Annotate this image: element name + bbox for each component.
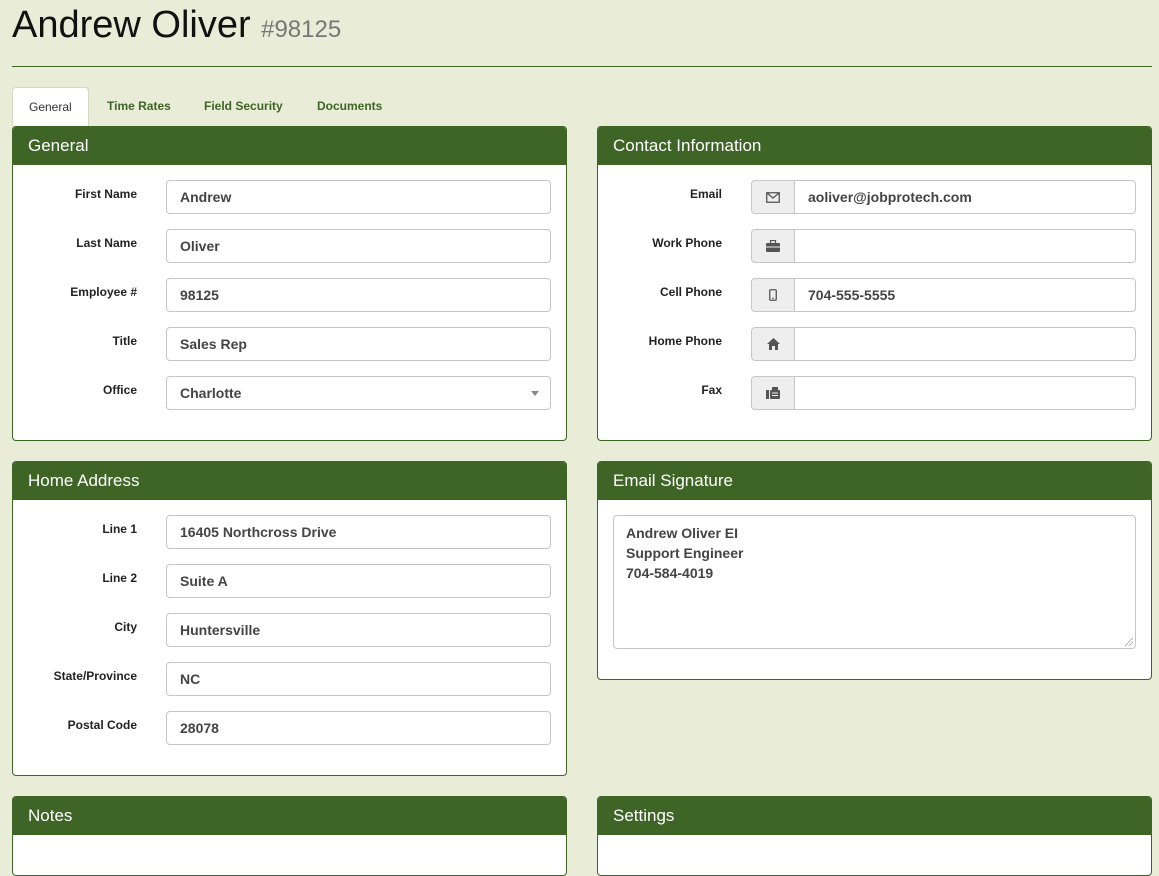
city-label: City <box>114 620 137 634</box>
fax-input[interactable] <box>794 376 1136 410</box>
general-panel-title: General <box>13 127 566 165</box>
address-line1-input[interactable]: 16405 Northcross Drive <box>166 515 551 549</box>
fax-icon <box>751 376 795 410</box>
page-title: Andrew Oliver <box>12 4 251 46</box>
settings-panel: Settings <box>597 796 1152 876</box>
home-address-panel-title: Home Address <box>13 462 566 500</box>
title-input[interactable]: Sales Rep <box>166 327 551 361</box>
work-phone-row: Work Phone <box>598 229 1151 263</box>
postal-code-label: Postal Code <box>67 718 137 732</box>
email-signature-panel-title: Email Signature <box>598 462 1151 500</box>
tab-general[interactable]: General <box>12 87 89 126</box>
title-row: Title Sales Rep <box>13 327 566 361</box>
home-icon <box>751 327 795 361</box>
fax-row: Fax <box>598 376 1151 410</box>
office-row: Office Charlotte <box>13 376 566 410</box>
last-name-row: Last Name Oliver <box>13 229 566 263</box>
email-label: Email <box>689 187 722 201</box>
last-name-input[interactable]: Oliver <box>166 229 551 263</box>
mobile-phone-icon <box>751 278 795 312</box>
city-row: City Huntersville <box>13 613 566 647</box>
email-signature-textarea[interactable]: Andrew Oliver EI Support Engineer 704-58… <box>613 515 1136 649</box>
tab-time-rates[interactable]: Time Rates <box>91 87 187 125</box>
home-address-panel: Home Address Line 1 16405 Northcross Dri… <box>12 461 567 776</box>
home-phone-label: Home Phone <box>648 334 722 348</box>
fax-label: Fax <box>701 383 722 397</box>
employee-number-row: Employee # 98125 <box>13 278 566 312</box>
address-line2-label: Line 2 <box>102 571 137 585</box>
first-name-label: First Name <box>74 187 137 201</box>
cell-phone-row: Cell Phone 704-555-5555 <box>598 278 1151 312</box>
email-row: Email aoliver@jobprotech.com <box>598 180 1151 214</box>
cell-phone-input[interactable]: 704-555-5555 <box>794 278 1136 312</box>
contact-panel-title: Contact Information <box>598 127 1151 165</box>
state-row: State/Province NC <box>13 662 566 696</box>
city-input[interactable]: Huntersville <box>166 613 551 647</box>
tab-bar: General Time Rates Field Security Docume… <box>12 87 1152 126</box>
general-panel: General First Name Andrew Last Name Oliv… <box>12 126 567 441</box>
employee-number-input[interactable]: 98125 <box>166 278 551 312</box>
signature-line: 704-584-4019 <box>626 565 714 581</box>
notes-panel-title: Notes <box>13 797 566 835</box>
header-divider <box>12 66 1152 67</box>
employee-id: #98125 <box>261 16 342 43</box>
chevron-down-icon <box>531 391 539 396</box>
cell-phone-label: Cell Phone <box>659 285 722 299</box>
email-signature-panel: Email Signature Andrew Oliver EI Support… <box>597 461 1152 680</box>
tab-field-security[interactable]: Field Security <box>188 87 299 125</box>
envelope-icon <box>751 180 795 214</box>
address-line1-label: Line 1 <box>102 522 137 536</box>
email-input[interactable]: aoliver@jobprotech.com <box>794 180 1136 214</box>
home-phone-row: Home Phone <box>598 327 1151 361</box>
postal-code-input[interactable]: 28078 <box>166 711 551 745</box>
address-line2-input[interactable]: Suite A <box>166 564 551 598</box>
office-select-value: Charlotte <box>180 385 242 401</box>
state-label: State/Province <box>53 669 137 683</box>
work-phone-input[interactable] <box>794 229 1136 263</box>
address-line2-row: Line 2 Suite A <box>13 564 566 598</box>
office-label: Office <box>102 383 137 397</box>
state-input[interactable]: NC <box>166 662 551 696</box>
contact-panel: Contact Information Email aoliver@jobpro… <box>597 126 1152 441</box>
signature-line: Andrew Oliver EI <box>626 525 739 541</box>
home-phone-input[interactable] <box>794 327 1136 361</box>
work-phone-label: Work Phone <box>652 236 722 250</box>
notes-panel: Notes <box>12 796 567 876</box>
settings-panel-title: Settings <box>598 797 1151 835</box>
office-select[interactable]: Charlotte <box>166 376 551 410</box>
title-label: Title <box>112 334 137 348</box>
last-name-label: Last Name <box>76 236 137 250</box>
first-name-input[interactable]: Andrew <box>166 180 551 214</box>
postal-code-row: Postal Code 28078 <box>13 711 566 745</box>
resize-grip-icon[interactable] <box>1125 638 1133 646</box>
first-name-row: First Name Andrew <box>13 180 566 214</box>
page-header: Andrew Oliver #98125 <box>12 4 341 47</box>
address-line1-row: Line 1 16405 Northcross Drive <box>13 515 566 549</box>
briefcase-icon <box>751 229 795 263</box>
signature-line: Support Engineer <box>626 545 744 561</box>
employee-number-label: Employee # <box>70 285 137 299</box>
tab-documents[interactable]: Documents <box>301 87 398 125</box>
